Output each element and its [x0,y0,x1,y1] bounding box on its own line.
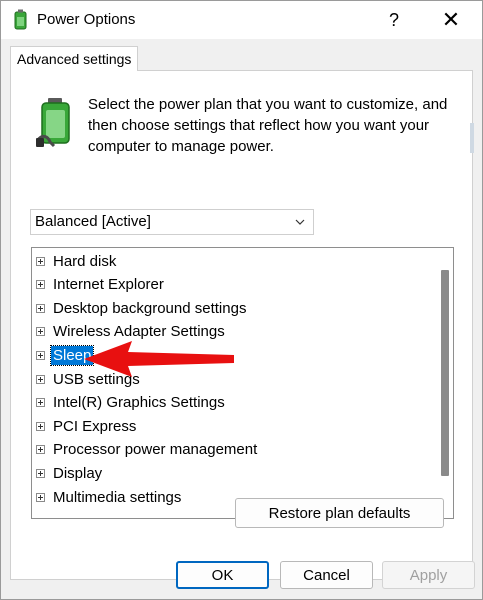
settings-tree[interactable]: Hard disk Internet Explorer Desktop backgr… [31,247,454,519]
battery-plug-icon [36,98,70,148]
tab-advanced-settings[interactable]: Advanced settings [10,46,139,71]
tree-item-hard-disk[interactable]: Hard disk [36,250,118,272]
tree-item-label: Hard disk [53,252,117,270]
power-plan-select[interactable]: Balanced [Active] [30,209,314,235]
cancel-button[interactable]: Cancel [280,561,373,589]
power-options-window: Power Options ? ✕ Advanced settings Sele… [0,0,483,600]
tree-item-label: PCI Express [53,417,137,435]
expand-plus-icon[interactable] [36,492,45,502]
power-options-app-icon [14,9,27,30]
expand-plus-icon[interactable] [36,374,45,384]
red-annotation-arrow-icon [84,341,234,377]
expand-plus-icon[interactable] [36,327,45,337]
chevron-down-icon [295,219,305,225]
dialog-client-area: Advanced settings Select the power plan … [1,39,482,599]
panel-edge-decoration [470,123,474,153]
close-button[interactable]: ✕ [428,5,474,35]
tree-item-pci-express[interactable]: PCI Express [36,415,138,437]
expand-plus-icon[interactable] [36,421,45,431]
expand-plus-icon[interactable] [36,256,45,266]
plan-description: Select the power plan that you want to c… [88,96,448,155]
tree-item-intel-r-graphics-settings[interactable]: Intel(R) Graphics Settings [36,392,227,414]
power-plan-selected-value: Balanced [Active] [35,213,151,230]
tree-item-internet-explorer[interactable]: Internet Explorer [36,274,166,296]
tree-item-multimedia-settings[interactable]: Multimedia settings [36,486,183,508]
ok-button[interactable]: OK [176,561,269,589]
title-bar[interactable]: Power Options ? ✕ [1,1,482,39]
tree-item-display[interactable]: Display [36,462,104,484]
expand-plus-icon[interactable] [36,280,45,290]
window-title: Power Options [37,11,136,28]
help-button[interactable]: ? [371,5,417,35]
tree-item-label: Internet Explorer [53,276,164,294]
expand-plus-icon[interactable] [36,468,45,478]
close-icon: ✕ [441,7,461,32]
tree-scrollbar-thumb[interactable] [441,270,449,476]
tree-item-processor-power-management[interactable]: Processor power management [36,439,259,461]
tree-scrollbar[interactable] [435,248,453,518]
expand-plus-icon[interactable] [36,350,45,360]
restore-plan-defaults-button[interactable]: Restore plan defaults [235,498,444,528]
expand-plus-icon[interactable] [36,398,45,408]
expand-plus-icon[interactable] [36,303,45,313]
tree-item-label: Multimedia settings [53,488,182,506]
apply-button[interactable]: Apply [382,561,475,589]
tree-item-label: Display [53,464,103,482]
tree-item-label: Desktop background settings [53,299,247,317]
tree-item-label: Intel(R) Graphics Settings [53,394,225,412]
expand-plus-icon[interactable] [36,445,45,455]
tree-item-label: Processor power management [53,441,258,459]
tree-item-desktop-background-settings[interactable]: Desktop background settings [36,297,248,319]
